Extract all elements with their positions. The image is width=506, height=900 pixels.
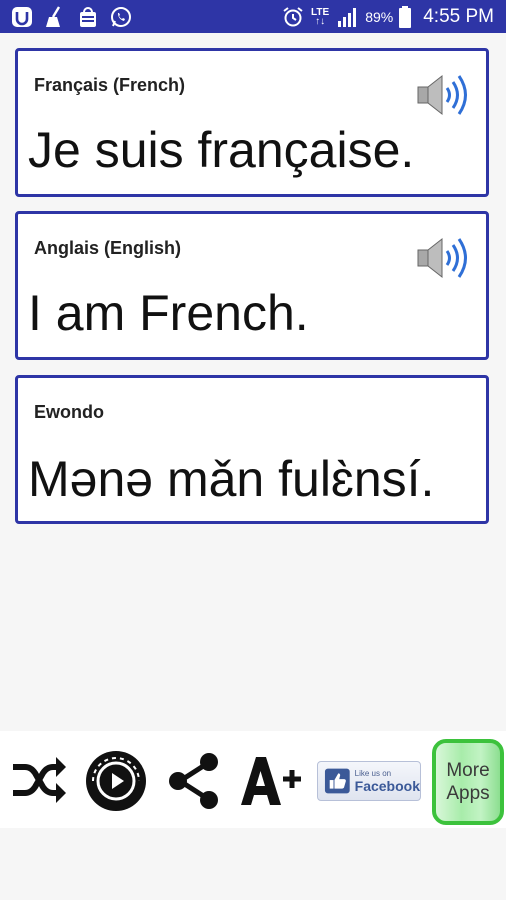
battery-icon xyxy=(399,5,412,28)
english-card: Anglais (English) I am French. xyxy=(15,211,489,360)
card-phrase: Mənə mǎn fulɛ̀nsí. xyxy=(28,451,435,507)
more-apps-label-line1: More xyxy=(446,760,490,781)
signal-icon xyxy=(338,7,357,27)
bottom-toolbar: Like us on Facebook More Apps xyxy=(0,731,506,828)
card-phrase: Je suis française. xyxy=(28,122,415,178)
card-language-label: Français (French) xyxy=(34,75,186,95)
font-size-increase-icon[interactable] xyxy=(238,753,304,807)
battery-percent: 89% xyxy=(365,8,394,25)
play-button[interactable] xyxy=(85,750,147,812)
more-apps-button[interactable]: More Apps xyxy=(432,739,504,825)
ewondo-card: Ewondo Mənə mǎn fulɛ̀nsí. xyxy=(15,375,489,524)
status-bar: LTE ↑↓ 89% 4:55 PM xyxy=(0,0,506,33)
facebook-like-caption: Like us on xyxy=(354,768,392,778)
broom-icon xyxy=(46,6,61,27)
clock: 4:55 PM xyxy=(423,5,494,27)
speaker-icon[interactable] xyxy=(416,236,470,280)
facebook-label: Facebook xyxy=(354,777,420,794)
thumbs-up-icon xyxy=(324,768,350,794)
card-language-label: Ewondo xyxy=(34,402,104,422)
french-card: Français (French) Je suis française. xyxy=(15,48,489,197)
share-icon[interactable] xyxy=(168,753,220,809)
app-notification-icon xyxy=(12,7,32,27)
more-apps-label-line2: Apps xyxy=(446,783,490,804)
card-language-label: Anglais (English) xyxy=(34,238,182,258)
shuffle-icon[interactable] xyxy=(10,755,68,805)
alarm-icon xyxy=(283,6,303,26)
card-phrase: I am French. xyxy=(28,285,309,341)
network-type: LTE ↑↓ xyxy=(311,6,330,27)
whatsapp-icon xyxy=(111,7,131,27)
facebook-like-button[interactable]: Like us on Facebook xyxy=(317,761,421,801)
shopping-bag-icon xyxy=(80,7,96,27)
speaker-icon[interactable] xyxy=(416,73,470,117)
